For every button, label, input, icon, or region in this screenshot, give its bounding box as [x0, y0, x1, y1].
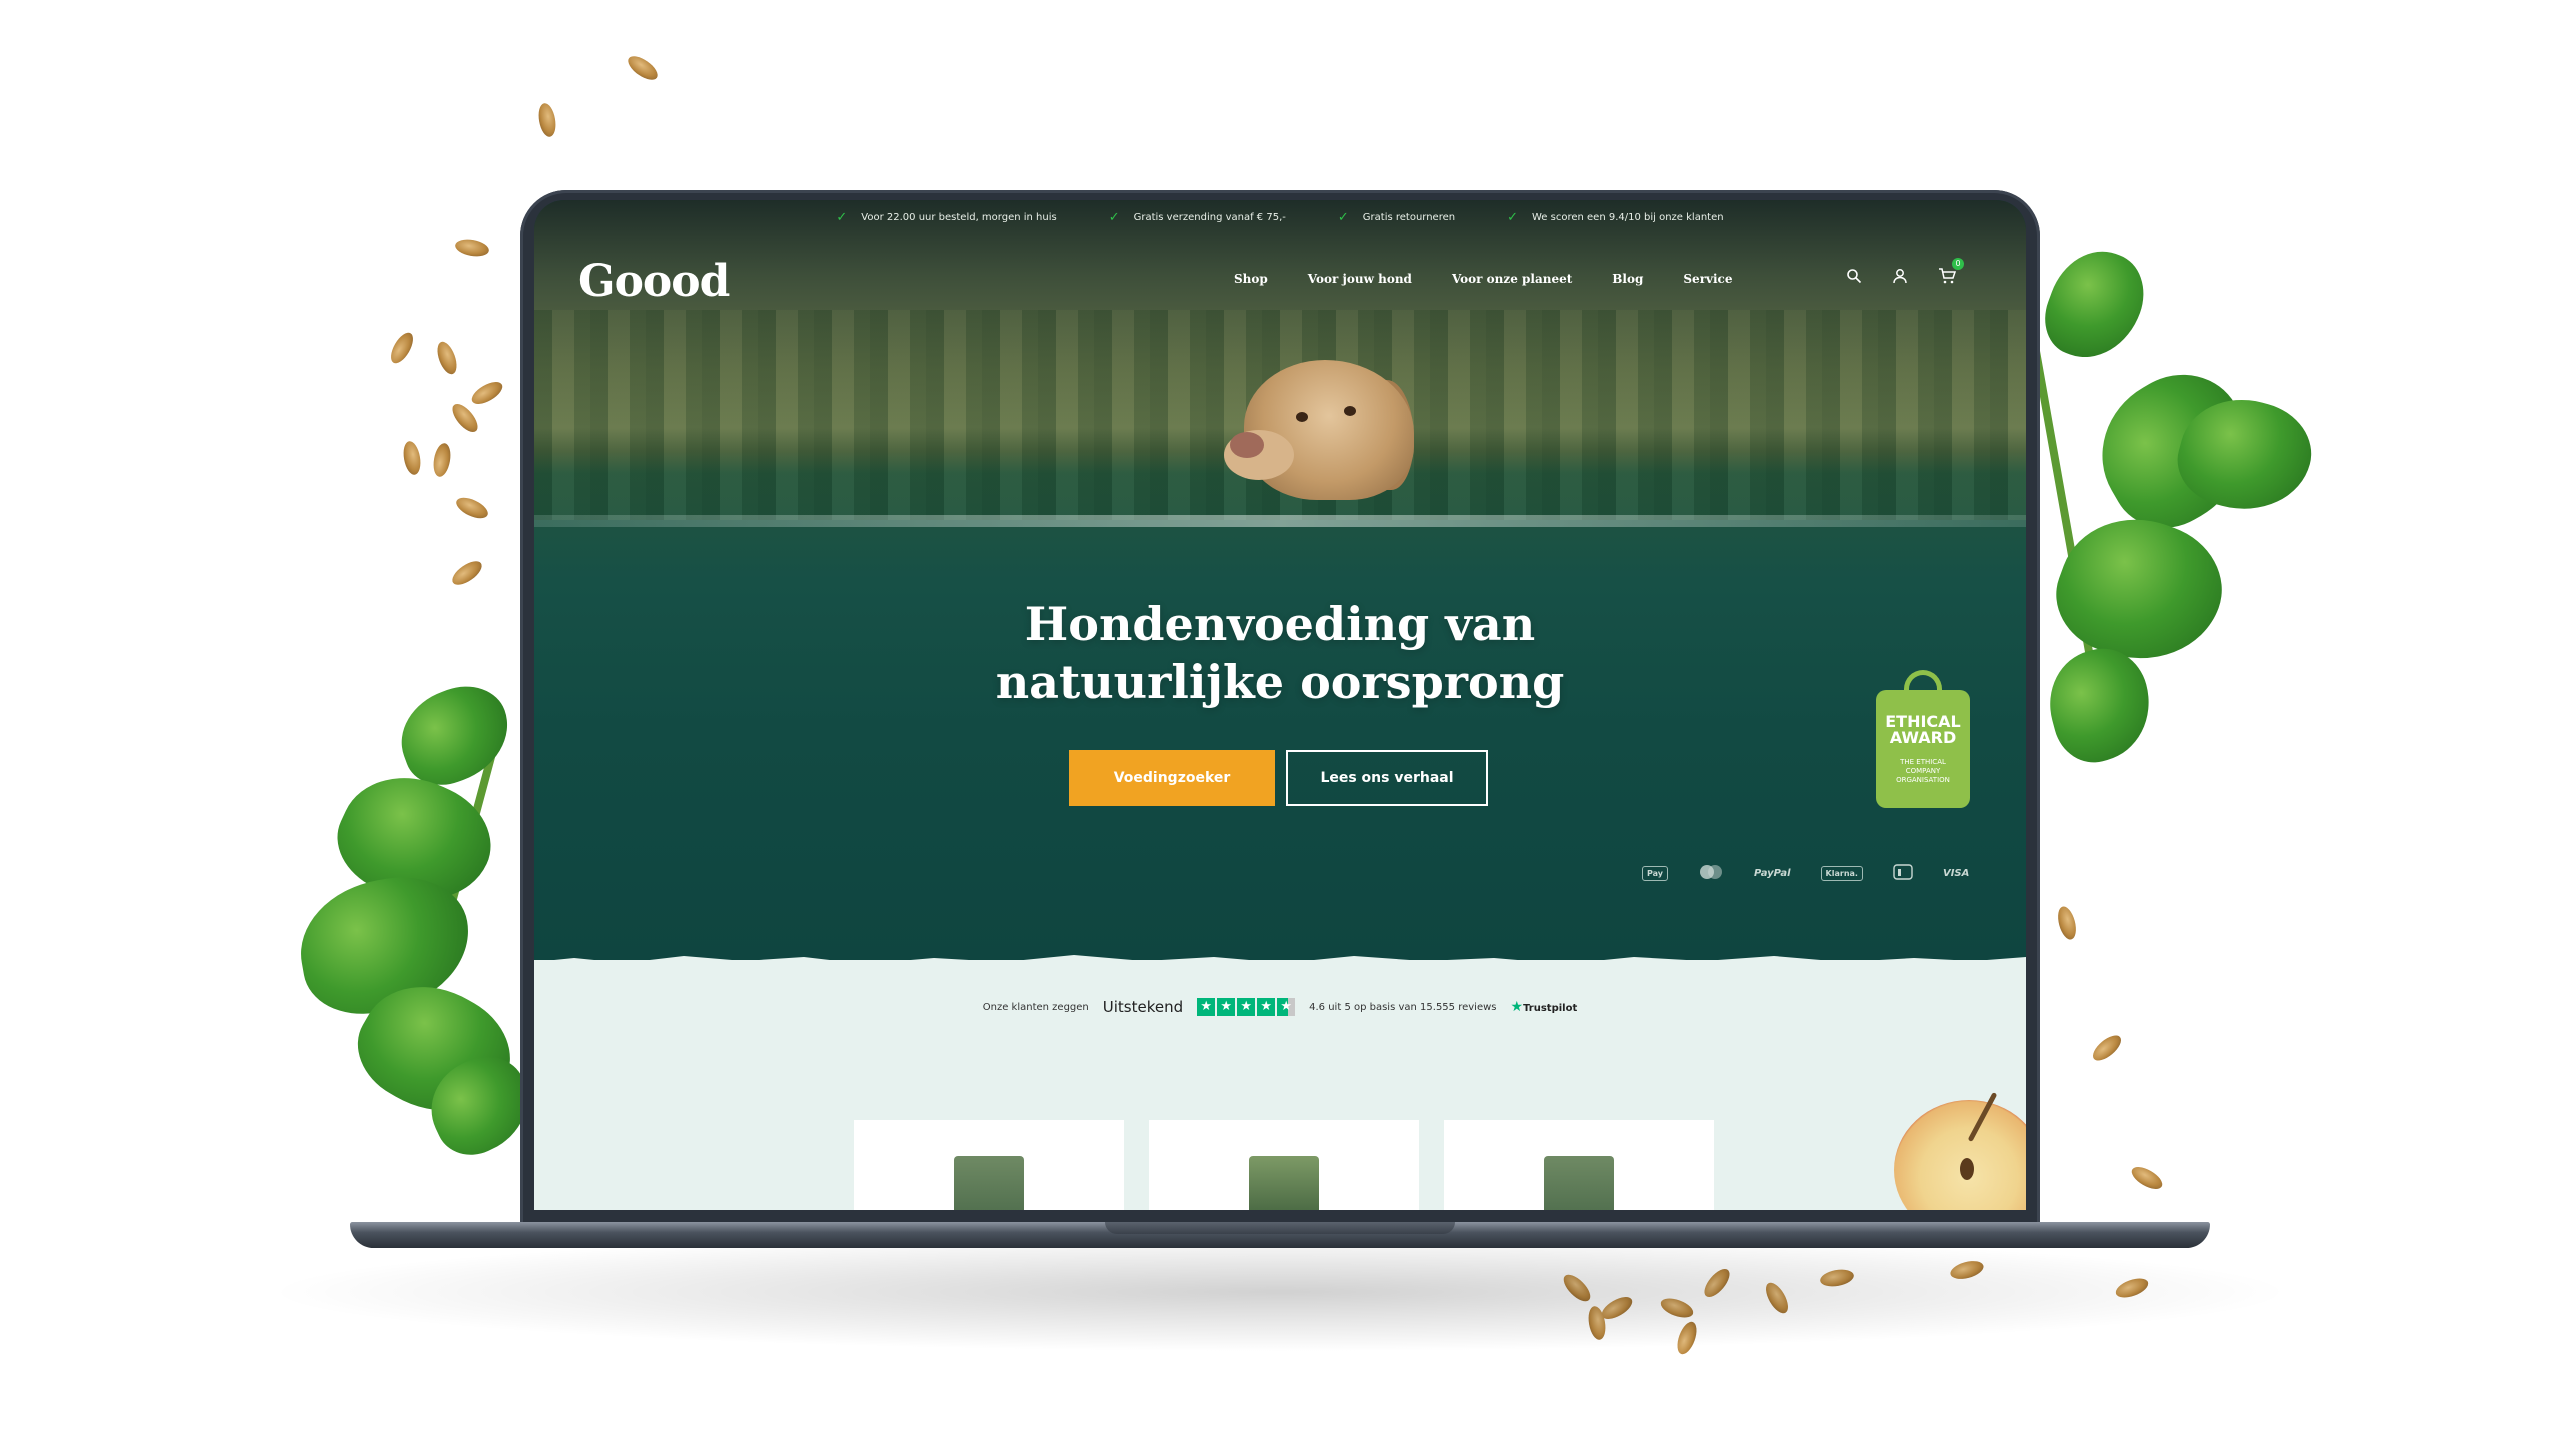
- star-icon: ★: [1277, 998, 1296, 1016]
- headline-line-2: natuurlijke oorsprong: [995, 655, 1565, 709]
- check-icon: ✓: [1507, 209, 1518, 225]
- header-icons: 0: [1846, 258, 1964, 289]
- swimming-dog-image: [1224, 360, 1414, 510]
- product-image: [1249, 1156, 1319, 1210]
- trustpilot-bar[interactable]: Onze klanten zeggen Uitstekend ★ ★ ★ ★ ★…: [534, 998, 2026, 1016]
- visa-icon: VISA: [1942, 868, 1970, 879]
- payment-methods: Pay PayPal Klarna. VISA: [1642, 864, 1969, 883]
- usp-text: Voor 22.00 uur besteld, morgen in huis: [861, 211, 1057, 223]
- usp-item: ✓ Gratis retourneren: [1338, 210, 1455, 225]
- menu-item-shop[interactable]: Shop: [1234, 272, 1268, 286]
- trustpilot-brand: Trustpilot: [1523, 1003, 1578, 1014]
- star-icon: ★: [1217, 998, 1236, 1016]
- usp-bar: ✓ Voor 22.00 uur besteld, morgen in huis…: [534, 200, 2026, 234]
- main-menu: Shop Voor jouw hond Voor onze planeet Bl…: [1234, 272, 1733, 286]
- cart-icon[interactable]: 0: [1938, 258, 1964, 289]
- menu-item-blog[interactable]: Blog: [1612, 272, 1643, 286]
- award-title-line-2: AWARD: [1889, 728, 1957, 747]
- voedingzoeker-button[interactable]: Voedingzoeker: [1069, 750, 1275, 806]
- usp-text: Gratis verzending vanaf € 75,-: [1133, 211, 1286, 223]
- mastercard-icon: [1698, 864, 1724, 883]
- main-header: Goood Shop Voor jouw hond Voor onze plan…: [534, 250, 2026, 310]
- product-card[interactable]: [854, 1120, 1124, 1210]
- check-icon: ✓: [836, 209, 848, 225]
- menu-item-service[interactable]: Service: [1683, 272, 1732, 286]
- usp-item: ✓ Gratis verzending vanaf € 75,-: [1109, 210, 1286, 225]
- star-icon: ★: [1197, 998, 1216, 1016]
- usp-item: ✓ We scoren een 9.4/10 bij onze klanten: [1507, 210, 1724, 225]
- usp-item: ✓ Voor 22.00 uur besteld, morgen in huis: [836, 210, 1056, 225]
- search-icon[interactable]: [1846, 268, 1862, 289]
- account-icon[interactable]: [1892, 268, 1908, 289]
- apple-pay-icon: Pay: [1642, 866, 1669, 881]
- trustpilot-rating-word: Uitstekend: [1102, 998, 1184, 1016]
- headline-line-1: Hondenvoeding van: [1024, 597, 1536, 651]
- ideal-icon: [1893, 864, 1913, 883]
- product-image: [954, 1156, 1024, 1210]
- check-icon: ✓: [1108, 209, 1120, 225]
- trustpilot-logo: ★Trustpilot: [1511, 999, 1578, 1015]
- laptop-shadow: [260, 1232, 2300, 1352]
- apple-decoration: [1894, 1091, 2026, 1210]
- goood-logo[interactable]: Goood: [578, 256, 730, 307]
- cart-count-badge: 0: [1952, 258, 1964, 270]
- product-card[interactable]: [1444, 1120, 1714, 1210]
- check-icon: ✓: [1337, 209, 1349, 225]
- laptop-hinge-notch: [1105, 1222, 1455, 1234]
- trustpilot-stars: ★ ★ ★ ★ ★: [1197, 998, 1296, 1016]
- trustpilot-intro: Onze klanten zeggen: [982, 1001, 1089, 1013]
- paypal-icon: PayPal: [1754, 868, 1791, 879]
- award-sub-line-1: THE ETHICAL: [1900, 758, 1946, 766]
- award-sub-line-3: ORGANISATION: [1896, 776, 1950, 784]
- award-sub-line-2: COMPANY: [1905, 767, 1941, 775]
- trustpilot-score-text: 4.6 uit 5 op basis van 15.555 reviews: [1309, 1001, 1497, 1013]
- product-card[interactable]: [1149, 1120, 1419, 1210]
- hero-section: ✓ Voor 22.00 uur besteld, morgen in huis…: [534, 200, 2026, 970]
- water-surface: [534, 515, 2026, 527]
- menu-item-voor-onze-planeet[interactable]: Voor onze planeet: [1452, 272, 1572, 286]
- laptop-screen: ✓ Voor 22.00 uur besteld, morgen in huis…: [534, 200, 2026, 1210]
- product-image: [1544, 1156, 1614, 1210]
- hero-headline: Hondenvoeding van natuurlijke oorsprong: [534, 595, 2026, 711]
- lees-ons-verhaal-button[interactable]: Lees ons verhaal: [1286, 750, 1488, 806]
- menu-item-voor-jouw-hond[interactable]: Voor jouw hond: [1308, 272, 1412, 286]
- usp-text: Gratis retourneren: [1362, 211, 1456, 223]
- star-icon: ★: [1257, 998, 1276, 1016]
- star-icon: ★: [1237, 998, 1256, 1016]
- ethical-award-badge: ETHICAL AWARD THE ETHICAL COMPANY ORGANI…: [1876, 670, 1970, 808]
- usp-text: We scoren een 9.4/10 bij onze klanten: [1532, 211, 1724, 223]
- product-section: Onze klanten zeggen Uitstekend ★ ★ ★ ★ ★…: [534, 960, 2026, 1210]
- klarna-icon: Klarna.: [1820, 866, 1863, 881]
- trustpilot-star-icon: ★: [1510, 999, 1524, 1015]
